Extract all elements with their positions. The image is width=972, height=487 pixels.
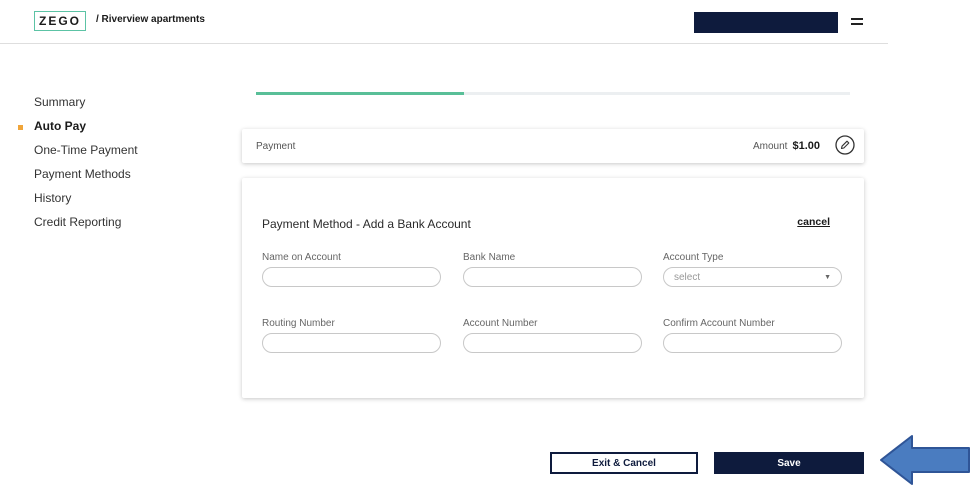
routing-number-label: Routing Number [262,318,335,329]
pencil-icon[interactable] [835,135,855,155]
sidebar-item-one-time-payment[interactable]: One-Time Payment [34,143,138,157]
hamburger-menu-icon[interactable] [851,18,863,26]
payment-summary-card: Payment Amount $1.00 [242,129,864,163]
zego-logo[interactable]: ZEGO [34,11,86,31]
confirm-account-number-label: Confirm Account Number [663,318,775,329]
sidebar-item-summary[interactable]: Summary [34,95,85,109]
progress-fill [256,92,464,95]
amount-display: Amount $1.00 [753,140,820,152]
account-name-redacted[interactable] [694,12,838,33]
sidebar-item-history[interactable]: History [34,191,71,205]
form-title: Payment Method - Add a Bank Account [262,217,471,231]
account-number-label: Account Number [463,318,538,329]
name-on-account-label: Name on Account [262,252,341,263]
account-number-input[interactable] [463,333,642,353]
progress-bar [256,92,850,95]
account-type-selected: select [674,271,701,283]
breadcrumb: / Riverview apartments [96,14,205,25]
arrow-left-icon [880,435,970,485]
sidebar-item-auto-pay[interactable]: Auto Pay [34,119,86,133]
payment-label: Payment [256,141,296,152]
cancel-link[interactable]: cancel [797,216,830,228]
sidebar-item-credit-reporting[interactable]: Credit Reporting [34,215,121,229]
exit-cancel-button[interactable]: Exit & Cancel [550,452,698,474]
amount-value: $1.00 [792,140,820,152]
bank-name-input[interactable] [463,267,642,287]
confirm-account-number-input[interactable] [663,333,842,353]
chevron-down-icon: ▼ [824,273,831,281]
account-type-label: Account Type [663,252,724,263]
name-on-account-input[interactable] [262,267,441,287]
active-item-marker [18,125,23,130]
bank-account-form: Payment Method - Add a Bank Account canc… [242,178,864,398]
routing-number-input[interactable] [262,333,441,353]
save-button[interactable]: Save [714,452,864,474]
sidebar-item-payment-methods[interactable]: Payment Methods [34,167,131,181]
top-header: ZEGO / Riverview apartments [0,0,888,44]
amount-label: Amount [753,141,788,152]
account-type-select[interactable]: select ▼ [663,267,842,287]
bank-name-label: Bank Name [463,252,516,263]
